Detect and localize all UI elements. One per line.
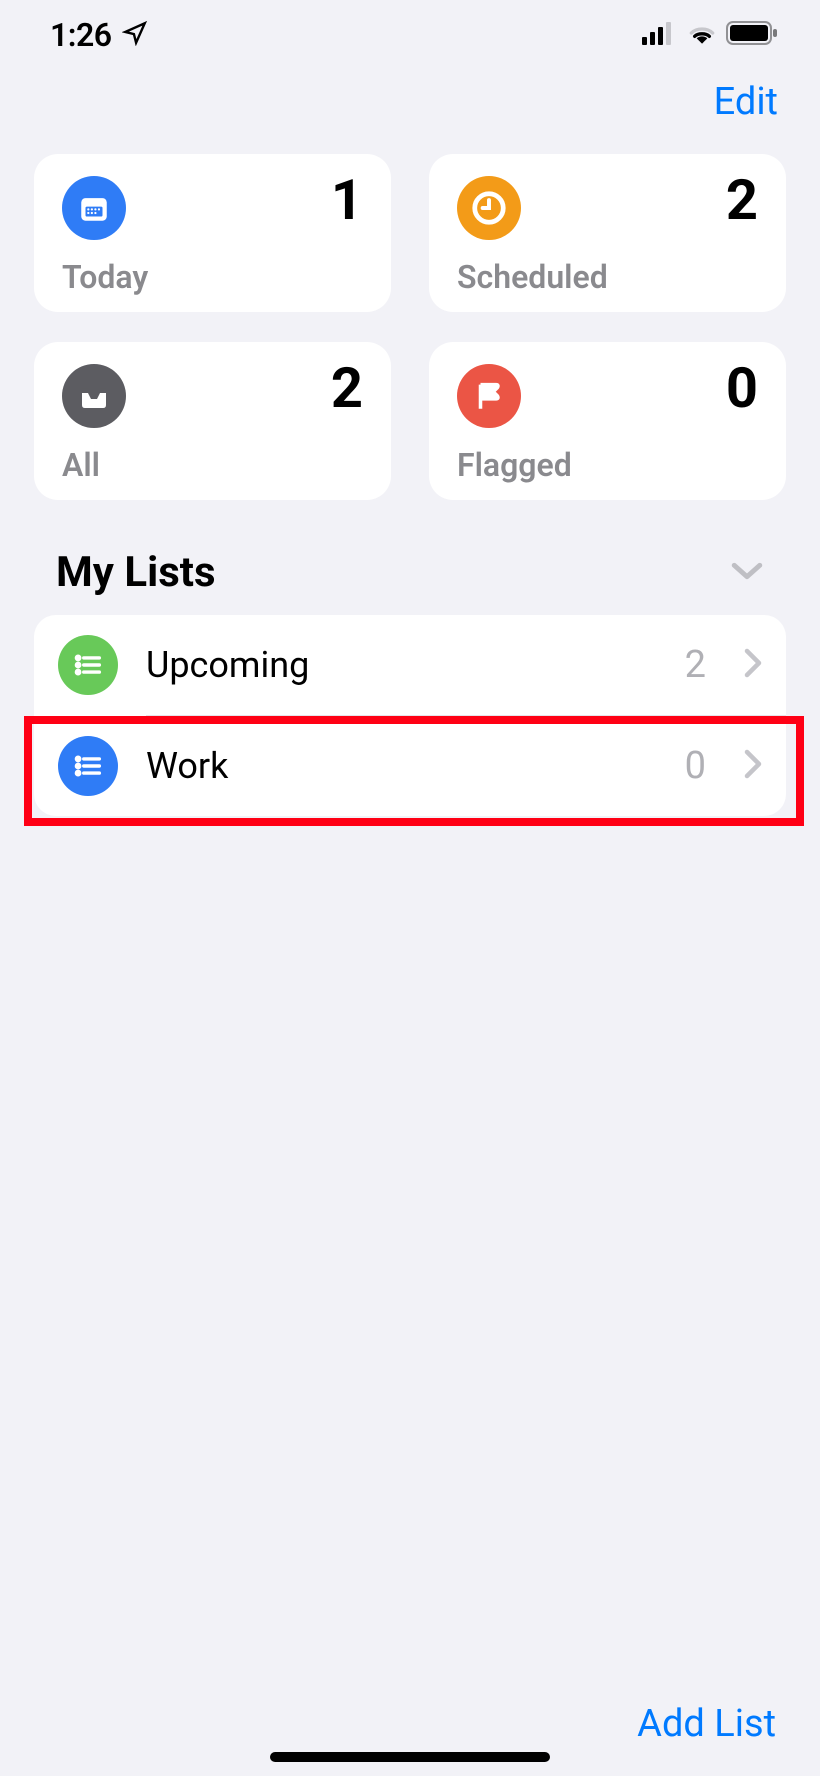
my-lists-header[interactable]: My Lists bbox=[0, 500, 820, 615]
status-bar: 1:26 bbox=[0, 0, 820, 60]
flag-icon bbox=[457, 364, 521, 428]
list-count: 0 bbox=[685, 744, 706, 788]
card-scheduled-count: 2 bbox=[726, 172, 758, 228]
chevron-right-icon bbox=[744, 648, 762, 682]
card-flagged[interactable]: 0 Flagged bbox=[429, 342, 786, 500]
battery-icon bbox=[726, 20, 780, 50]
lists-panel: Upcoming 2 Work 0 bbox=[34, 615, 786, 816]
card-all-count: 2 bbox=[331, 360, 363, 416]
card-today-count: 1 bbox=[331, 172, 363, 228]
chevron-down-icon bbox=[730, 560, 764, 586]
bottom-toolbar: Add List bbox=[637, 1702, 776, 1746]
card-scheduled-label: Scheduled bbox=[457, 258, 756, 296]
list-row-work[interactable]: Work 0 bbox=[34, 716, 786, 816]
calendar-icon bbox=[62, 176, 126, 240]
card-flagged-count: 0 bbox=[726, 360, 758, 416]
card-flagged-label: Flagged bbox=[457, 446, 756, 484]
clock-icon bbox=[457, 176, 521, 240]
edit-button[interactable]: Edit bbox=[714, 80, 778, 124]
wifi-icon bbox=[686, 21, 718, 49]
section-title: My Lists bbox=[56, 548, 216, 597]
list-bullet-icon bbox=[58, 635, 118, 695]
list-label: Upcoming bbox=[146, 644, 657, 686]
card-today[interactable]: 1 Today bbox=[34, 154, 391, 312]
list-row-upcoming[interactable]: Upcoming 2 bbox=[34, 615, 786, 715]
chevron-right-icon bbox=[744, 749, 762, 783]
add-list-button[interactable]: Add List bbox=[637, 1702, 776, 1746]
card-all[interactable]: 2 All bbox=[34, 342, 391, 500]
list-label: Work bbox=[146, 745, 657, 787]
nav-header: Edit bbox=[0, 60, 820, 154]
status-time: 1:26 bbox=[50, 16, 112, 54]
smart-cards-grid: 1 Today 2 Scheduled 2 bbox=[0, 154, 820, 500]
card-today-label: Today bbox=[62, 258, 361, 296]
home-indicator[interactable] bbox=[270, 1752, 550, 1762]
location-icon bbox=[122, 20, 148, 50]
card-all-label: All bbox=[62, 446, 361, 484]
card-scheduled[interactable]: 2 Scheduled bbox=[429, 154, 786, 312]
cellular-icon bbox=[642, 21, 678, 49]
list-count: 2 bbox=[685, 643, 706, 687]
inbox-icon bbox=[62, 364, 126, 428]
list-bullet-icon bbox=[58, 736, 118, 796]
